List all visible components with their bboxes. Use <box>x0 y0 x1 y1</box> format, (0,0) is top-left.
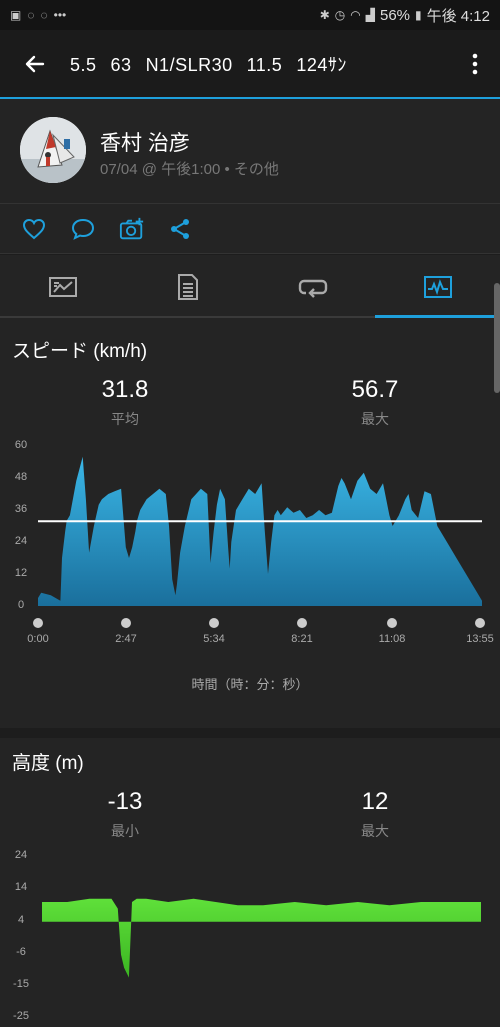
share-icon <box>171 219 189 239</box>
area-series <box>38 456 482 606</box>
scrollbar[interactable] <box>494 283 500 393</box>
avatar[interactable] <box>20 117 86 183</box>
speed-x-tick: 11:08 <box>378 633 406 645</box>
x-tick-dot <box>33 618 43 628</box>
title-segment: N1/SLR30 <box>145 54 233 75</box>
sync-icon: ◌ <box>27 8 35 22</box>
title-segment: 124ｻﾝ <box>296 54 347 75</box>
profile-card: 香村 治彦 07/04 @ 午後1:00 • その他 <box>0 99 500 204</box>
battery-percent: 56% <box>379 6 411 24</box>
like-button[interactable] <box>21 216 47 242</box>
area-series <box>42 898 481 978</box>
speed-x-tick: 13:55 <box>466 633 494 645</box>
toolbar: 5.5 63 N1/SLR30 11.5 124ｻﾝ <box>0 30 500 97</box>
user-name: 香村 治彦 <box>100 132 190 155</box>
title-segment: 63 <box>110 54 132 75</box>
add-photo-icon <box>119 217 144 240</box>
battery-icon: ▮ <box>415 8 422 22</box>
comment-icon <box>71 218 95 240</box>
more-vert-icon <box>472 53 478 74</box>
chart-icon <box>423 275 452 298</box>
x-tick-dot <box>475 618 485 628</box>
speed-chart <box>38 456 482 606</box>
x-tick-dot <box>121 618 131 628</box>
sync-icon: ◌ <box>40 8 48 22</box>
tab-details[interactable] <box>125 255 250 318</box>
summary-icon <box>48 276 77 297</box>
speed-x-tick: 8:21 <box>291 633 313 645</box>
altitude-panel: 高度 (m) -13 最小 12 最大 24 14 4 -6 -15 -25 <box>0 738 500 1027</box>
bluetooth-icon: ✱ <box>319 8 330 22</box>
overflow-menu-button[interactable] <box>450 30 500 97</box>
status-bar: ▣ ◌ ◌ ••• ✱ ◷ ◠ ▟ 56% ▮ 午後 4:12 <box>0 0 500 30</box>
speed-x-tick: 5:34 <box>203 633 225 645</box>
title-segment: 5.5 <box>70 54 97 75</box>
x-tick-dot <box>387 618 397 628</box>
tab-bar <box>0 255 500 318</box>
signal-icon: ▟ <box>365 8 375 22</box>
speed-x-caption: 時間（時：分：秒） <box>191 677 309 692</box>
activity-title: 5.5 63 N1/SLR30 11.5 124ｻﾝ <box>70 51 361 77</box>
x-tick-dot <box>209 618 219 628</box>
details-icon <box>177 273 198 300</box>
back-arrow-icon <box>25 55 45 72</box>
clock: 午後 4:12 <box>426 7 490 25</box>
activity-datetime: 07/04 @ 午後1:00 • その他 <box>100 161 279 178</box>
share-button[interactable] <box>167 216 193 242</box>
speed-x-tick: 0:00 <box>27 633 49 645</box>
image-icon: ▣ <box>10 8 22 22</box>
tab-laps[interactable] <box>250 255 375 318</box>
comment-button[interactable] <box>70 216 96 242</box>
add-photo-button[interactable] <box>119 216 145 242</box>
back-button[interactable] <box>0 30 70 97</box>
speed-panel: スピード (km/h) 31.8 平均 56.7 最大 60 48 36 24 … <box>0 318 500 728</box>
more-dots-icon: ••• <box>53 8 67 22</box>
action-bar <box>0 204 500 254</box>
windsurf-photo <box>20 117 86 183</box>
title-segment: 11.5 <box>246 54 283 75</box>
laps-icon <box>298 279 327 298</box>
heart-icon <box>22 218 46 240</box>
tab-charts[interactable] <box>375 255 500 318</box>
speed-x-tick: 2:47 <box>115 633 137 645</box>
alarm-icon: ◷ <box>334 8 346 22</box>
wifi-icon: ◠ <box>350 8 361 22</box>
altitude-chart <box>42 898 481 978</box>
x-tick-dot <box>297 618 307 628</box>
tab-summary[interactable] <box>0 255 125 318</box>
